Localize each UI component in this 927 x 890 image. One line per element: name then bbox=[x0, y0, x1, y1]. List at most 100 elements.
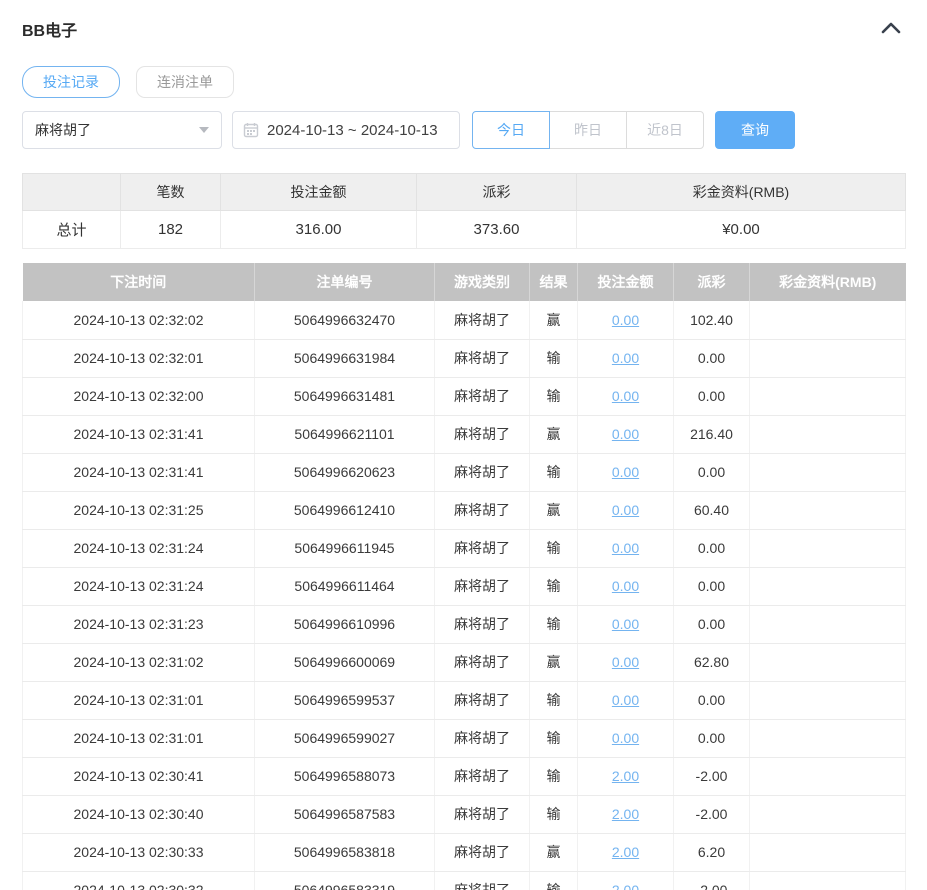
bet-time-cell: 2024-10-13 02:31:23 bbox=[22, 605, 255, 644]
bet-amount-link[interactable]: 0.00 bbox=[612, 692, 639, 708]
bet-id-cell: 5064996620623 bbox=[254, 453, 435, 492]
bet-amount-link[interactable]: 0.00 bbox=[612, 350, 639, 366]
date-range-value: 2024-10-13 ~ 2024-10-13 bbox=[267, 121, 438, 139]
bonus-cell bbox=[749, 795, 906, 834]
col-result: 结果 bbox=[529, 263, 578, 301]
bet-amount-link[interactable]: 2.00 bbox=[612, 844, 639, 860]
bet-amount-cell: 2.00 bbox=[577, 795, 674, 834]
bet-amount-link[interactable]: 2.00 bbox=[612, 882, 639, 890]
result-cell: 输 bbox=[529, 795, 578, 834]
table-row: 2024-10-13 02:31:01 5064996599537 麻将胡了输 0.0… bbox=[22, 681, 906, 720]
payout-cell: 62.80 bbox=[673, 643, 750, 682]
table-row: 2024-10-13 02:30:40 5064996587583 麻将胡了输 2.0… bbox=[22, 795, 906, 834]
bet-amount-cell: 0.00 bbox=[577, 719, 674, 758]
table-row: 2024-10-13 02:31:23 5064996610996 麻将胡了输 0.0… bbox=[22, 605, 906, 644]
table-row: 2024-10-13 02:31:24 5064996611464 麻将胡了输 0.0… bbox=[22, 567, 906, 606]
summary-col-bonus: 彩金资料(RMB) bbox=[576, 173, 906, 211]
table-row: 2024-10-13 02:32:01 5064996631984 麻将胡了输 0.0… bbox=[22, 339, 906, 378]
bet-amount-link[interactable]: 0.00 bbox=[612, 578, 639, 594]
bet-time-cell: 2024-10-13 02:32:01 bbox=[22, 339, 255, 378]
bet-amount-link[interactable]: 0.00 bbox=[612, 426, 639, 442]
betting-records-panel: BB电子 投注记录 连消注单 麻将胡了 2024-10-13 ~ 2024-10… bbox=[0, 0, 927, 890]
bet-id-cell: 5064996612410 bbox=[254, 491, 435, 530]
chevron-up-icon bbox=[881, 22, 901, 38]
today-button[interactable]: 今日 bbox=[472, 111, 550, 149]
payout-cell: 0.00 bbox=[673, 719, 750, 758]
tab-cancelled-orders[interactable]: 连消注单 bbox=[136, 66, 234, 98]
col-game-type: 游戏类别 bbox=[434, 263, 530, 301]
bet-time-cell: 2024-10-13 02:30:32 bbox=[22, 871, 255, 890]
game-type-cell: 麻将胡了 bbox=[434, 643, 530, 682]
bonus-cell bbox=[749, 567, 906, 606]
record-type-tabs: 投注记录 连消注单 bbox=[22, 66, 905, 98]
bet-amount-cell: 0.00 bbox=[577, 415, 674, 454]
summary-total-bonus: ¥0.00 bbox=[576, 210, 906, 249]
payout-cell: 0.00 bbox=[673, 377, 750, 416]
bonus-cell bbox=[749, 453, 906, 492]
bet-amount-cell: 0.00 bbox=[577, 681, 674, 720]
bet-amount-link[interactable]: 2.00 bbox=[612, 768, 639, 784]
col-bet-id: 注单编号 bbox=[254, 263, 435, 301]
bet-amount-link[interactable]: 0.00 bbox=[612, 464, 639, 480]
bet-amount-link[interactable]: 0.00 bbox=[612, 388, 639, 404]
bet-time-cell: 2024-10-13 02:31:01 bbox=[22, 681, 255, 720]
yesterday-button[interactable]: 昨日 bbox=[549, 111, 627, 149]
bet-amount-cell: 0.00 bbox=[577, 377, 674, 416]
game-type-cell: 麻将胡了 bbox=[434, 491, 530, 530]
bet-amount-link[interactable]: 0.00 bbox=[612, 312, 639, 328]
payout-cell: 0.00 bbox=[673, 339, 750, 378]
payout-cell: 0.00 bbox=[673, 567, 750, 606]
bet-id-cell: 5064996632470 bbox=[254, 301, 435, 340]
bonus-cell bbox=[749, 491, 906, 530]
payout-cell: 60.40 bbox=[673, 491, 750, 530]
table-row: 2024-10-13 02:30:32 5064996583319 麻将胡了输 2.0… bbox=[22, 871, 906, 890]
summary-header-row: 笔数 投注金额 派彩 彩金资料(RMB) bbox=[22, 173, 906, 211]
payout-cell: 0.00 bbox=[673, 453, 750, 492]
payout-cell: 0.00 bbox=[673, 605, 750, 644]
result-cell: 赢 bbox=[529, 415, 578, 454]
bonus-cell bbox=[749, 871, 906, 890]
bonus-cell bbox=[749, 605, 906, 644]
page-title: BB电子 bbox=[22, 23, 78, 40]
table-row: 2024-10-13 02:31:41 5064996621101 麻将胡了赢 0.0… bbox=[22, 415, 906, 454]
bet-time-cell: 2024-10-13 02:32:00 bbox=[22, 377, 255, 416]
tab-bet-records[interactable]: 投注记录 bbox=[22, 66, 120, 98]
bet-time-cell: 2024-10-13 02:31:41 bbox=[22, 453, 255, 492]
bonus-cell bbox=[749, 339, 906, 378]
date-range-picker[interactable]: 2024-10-13 ~ 2024-10-13 bbox=[232, 111, 460, 149]
bet-amount-cell: 0.00 bbox=[577, 301, 674, 340]
table-row: 2024-10-13 02:32:00 5064996631481 麻将胡了输 0.0… bbox=[22, 377, 906, 416]
bet-amount-link[interactable]: 0.00 bbox=[612, 654, 639, 670]
bet-amount-link[interactable]: 2.00 bbox=[612, 806, 639, 822]
summary-col-blank bbox=[22, 173, 121, 211]
last-8-days-button[interactable]: 近8日 bbox=[626, 111, 704, 149]
bet-id-cell: 5064996600069 bbox=[254, 643, 435, 682]
bet-table-body: 2024-10-13 02:32:02 5064996632470 麻将胡了赢 0.0… bbox=[22, 301, 906, 890]
game-type-selected-value: 麻将胡了 bbox=[35, 122, 91, 138]
payout-cell: 0.00 bbox=[673, 529, 750, 568]
bet-amount-cell: 0.00 bbox=[577, 567, 674, 606]
bet-amount-cell: 0.00 bbox=[577, 605, 674, 644]
payout-cell: -2.00 bbox=[673, 795, 750, 834]
bet-amount-link[interactable]: 0.00 bbox=[612, 502, 639, 518]
summary-total-row: 总计 182 316.00 373.60 ¥0.00 bbox=[22, 210, 906, 249]
bet-amount-link[interactable]: 0.00 bbox=[612, 730, 639, 746]
result-cell: 输 bbox=[529, 757, 578, 796]
bet-amount-link[interactable]: 0.00 bbox=[612, 540, 639, 556]
result-cell: 输 bbox=[529, 567, 578, 606]
result-cell: 输 bbox=[529, 453, 578, 492]
col-bet-time: 下注时间 bbox=[22, 263, 255, 301]
col-payout: 派彩 bbox=[673, 263, 750, 301]
result-cell: 输 bbox=[529, 605, 578, 644]
collapse-panel-button[interactable] bbox=[879, 19, 903, 40]
bet-amount-link[interactable]: 0.00 bbox=[612, 616, 639, 632]
bet-id-cell: 5064996611945 bbox=[254, 529, 435, 568]
game-type-select[interactable]: 麻将胡了 bbox=[22, 111, 222, 149]
bet-id-cell: 5064996583319 bbox=[254, 871, 435, 890]
query-button[interactable]: 查询 bbox=[715, 111, 795, 149]
payout-cell: 0.00 bbox=[673, 681, 750, 720]
result-cell: 输 bbox=[529, 529, 578, 568]
result-cell: 输 bbox=[529, 871, 578, 890]
table-row: 2024-10-13 02:31:01 5064996599027 麻将胡了输 0.0… bbox=[22, 719, 906, 758]
bet-time-cell: 2024-10-13 02:31:24 bbox=[22, 567, 255, 606]
